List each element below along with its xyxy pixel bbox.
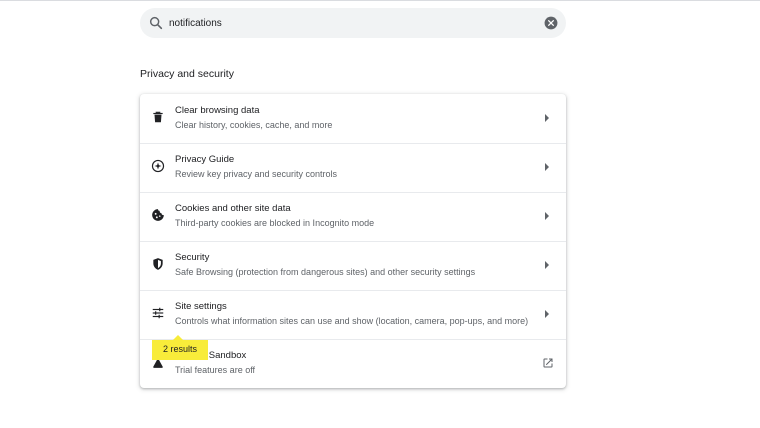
divider bbox=[140, 143, 566, 144]
row-subtitle: Review key privacy and security controls bbox=[175, 169, 338, 179]
compass-icon bbox=[151, 159, 165, 173]
row-title: Security bbox=[175, 252, 210, 263]
divider bbox=[140, 241, 566, 242]
row-subtitle: Controls what information sites can use … bbox=[175, 316, 529, 326]
settings-page: Privacy and security Clear browsing data… bbox=[0, 0, 760, 428]
search-icon bbox=[149, 16, 163, 30]
divider bbox=[140, 290, 566, 291]
search-results-bubble: 2 results bbox=[152, 340, 209, 360]
row-subtitle: Clear history, cookies, cache, and more bbox=[175, 120, 333, 130]
row-site-settings[interactable]: Site settings Controls what information … bbox=[140, 290, 566, 339]
row-cookies[interactable]: Cookies and other site data Third-party … bbox=[140, 192, 566, 241]
chevron-right-icon bbox=[545, 212, 549, 220]
cookie-icon bbox=[152, 209, 164, 221]
tune-icon bbox=[152, 307, 164, 319]
row-title: Cookies and other site data bbox=[175, 203, 291, 214]
row-subtitle: Trial features are off bbox=[175, 365, 256, 375]
row-clear-browsing-data[interactable]: Clear browsing data Clear history, cooki… bbox=[140, 94, 566, 143]
chevron-right-icon bbox=[545, 114, 549, 122]
row-title: Clear browsing data bbox=[175, 105, 260, 116]
top-divider bbox=[0, 0, 760, 1]
search-bar[interactable] bbox=[140, 8, 566, 38]
search-input[interactable] bbox=[169, 8, 529, 38]
chevron-right-icon bbox=[545, 261, 549, 269]
clear-icon[interactable] bbox=[544, 16, 558, 30]
shield-icon bbox=[153, 258, 163, 270]
divider bbox=[140, 192, 566, 193]
row-subtitle: Safe Browsing (protection from dangerous… bbox=[175, 267, 476, 277]
row-title: Privacy Guide bbox=[175, 154, 235, 165]
external-link-icon bbox=[543, 358, 553, 368]
row-subtitle: Third-party cookies are blocked in Incog… bbox=[175, 218, 375, 228]
trash-icon bbox=[153, 111, 163, 123]
section-title: Privacy and security bbox=[140, 68, 234, 80]
chevron-right-icon bbox=[545, 163, 549, 171]
chevron-right-icon bbox=[545, 310, 549, 318]
row-privacy-guide[interactable]: Privacy Guide Review key privacy and sec… bbox=[140, 143, 566, 192]
row-title: Site settings bbox=[175, 301, 227, 312]
row-security[interactable]: Security Safe Browsing (protection from … bbox=[140, 241, 566, 290]
